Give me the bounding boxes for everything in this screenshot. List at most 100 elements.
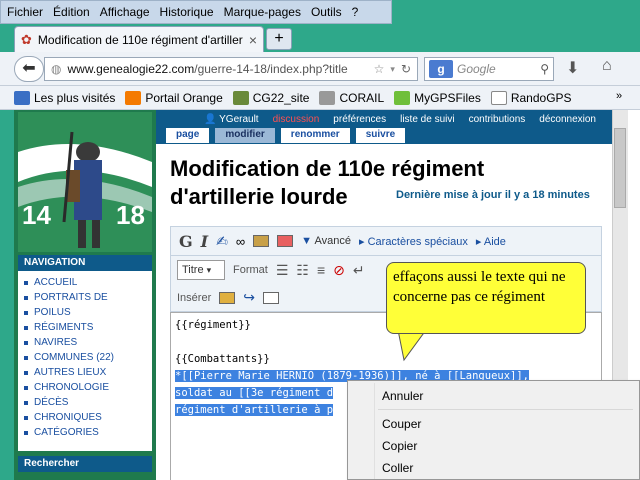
bookmark-randogps[interactable]: RandoGPS	[490, 90, 572, 105]
tab-modifier[interactable]: modifier	[215, 128, 275, 143]
nav-item-accueil[interactable]: ACCUEIL	[24, 275, 148, 290]
gallery-icon[interactable]	[219, 291, 236, 304]
signature-icon[interactable]: ✍	[216, 233, 228, 250]
selected-text: soldat au [[3e régiment d	[175, 387, 334, 399]
bookmarks-overflow-icon[interactable]: »	[616, 90, 622, 102]
logo-number-right: 18	[116, 200, 145, 230]
bookmark-label: CG22_site	[252, 90, 310, 105]
nav-item-regiments[interactable]: RÉGIMENTS	[24, 320, 148, 335]
bookmark-label: Les plus visités	[34, 90, 116, 105]
home-icon[interactable]: ⌂	[602, 57, 612, 75]
logout-link[interactable]: déconnexion	[539, 114, 596, 125]
user-name-label: YGerault	[219, 113, 259, 125]
bullet-list-icon[interactable]: ☰	[276, 262, 289, 279]
soldier-logo-icon	[18, 131, 152, 248]
tab-close-icon[interactable]: ×	[249, 32, 257, 48]
context-menu-cut[interactable]: Couper	[382, 417, 421, 431]
advanced-menu[interactable]: ▼ Avancé	[301, 235, 351, 247]
menu-bar: Fichier Édition Affichage Historique Mar…	[0, 0, 392, 24]
table-icon[interactable]	[262, 291, 279, 304]
bookmark-star-icon[interactable]: ☆	[374, 62, 385, 76]
search-box[interactable]: g Google ⚲	[424, 57, 554, 81]
format-label: Format	[233, 264, 268, 276]
nav-item-categories[interactable]: CATÉGORIES	[24, 425, 148, 440]
context-menu-separator	[378, 409, 633, 410]
site-logo[interactable]: 14 18	[18, 112, 152, 252]
navigation-heading: NAVIGATION	[18, 255, 152, 271]
dropdown-icon[interactable]: ▾	[390, 64, 395, 75]
menu-historique[interactable]: Historique	[160, 5, 214, 19]
menu-aide[interactable]: ?	[352, 5, 359, 19]
menu-marque-pages[interactable]: Marque-pages	[224, 5, 301, 19]
url-bar[interactable]: ◍ www.genealogie22.com/guerre-14-18/inde…	[44, 57, 418, 81]
menu-affichage[interactable]: Affichage	[100, 5, 150, 19]
italic-icon[interactable]: I	[201, 232, 208, 251]
watchlist-link[interactable]: liste de suivi	[400, 114, 454, 125]
special-chars-menu[interactable]: ▸ Caractères spéciaux	[359, 235, 468, 248]
url-host: www.genealogie22.com	[67, 62, 195, 76]
page-title: Modification de 110e régiment d'artiller…	[170, 156, 485, 209]
bookmark-mygpsfiles[interactable]: MyGPSFiles	[394, 90, 481, 105]
bookmarks-bar: Les plus visités Portail Orange CG22_sit…	[0, 86, 640, 110]
download-icon[interactable]: ⬇	[566, 58, 579, 78]
context-menu: Annuler Couper Copier Coller	[347, 380, 640, 480]
newline-icon[interactable]: ↵	[353, 262, 365, 279]
menu-fichier[interactable]: Fichier	[7, 5, 43, 19]
back-button[interactable]: ⬅	[14, 56, 44, 82]
nowiki-icon[interactable]: ⊘	[333, 262, 345, 279]
heading-select[interactable]: Titre ▾	[177, 260, 225, 280]
text-line: {{Combattants}}	[175, 353, 270, 365]
scrollbar-thumb[interactable]	[614, 128, 626, 208]
context-menu-copy[interactable]: Copier	[382, 439, 417, 453]
search-heading: Rechercher	[18, 456, 152, 472]
bookmark-cg22[interactable]: CG22_site	[232, 90, 310, 105]
bookmark-corail[interactable]: CORAIL	[319, 90, 385, 105]
context-menu-paste[interactable]: Coller	[382, 461, 413, 475]
contributions-link[interactable]: contributions	[469, 114, 526, 125]
nav-item-chronologie[interactable]: CHRONOLOGIE	[24, 380, 148, 395]
chevron-down-icon: ▾	[206, 265, 212, 275]
reload-icon[interactable]: ↻	[401, 62, 411, 76]
reference-icon[interactable]	[277, 235, 294, 247]
nav-item-communes[interactable]: COMMUNES (22)	[24, 350, 148, 365]
nav-item-deces[interactable]: DÉCÈS	[24, 395, 148, 410]
tab-renommer[interactable]: renommer	[280, 128, 350, 143]
discussion-link[interactable]: discussion	[273, 114, 320, 125]
nav-item-poilus[interactable]: POILUS	[24, 305, 148, 320]
google-icon[interactable]: g	[429, 60, 453, 78]
navigation-box: ACCUEIL PORTRAITS DE POILUS RÉGIMENTS NA…	[18, 271, 152, 451]
new-tab-button[interactable]: +	[266, 28, 292, 50]
nav-item-autres-lieux[interactable]: AUTRES LIEUX	[24, 365, 148, 380]
nav-item-portraits[interactable]: PORTRAITS DE	[24, 290, 148, 305]
nav-item-chroniques[interactable]: CHRONIQUES	[24, 410, 148, 425]
browser-tab[interactable]: ✿ Modification de 110e régiment d'artill…	[14, 26, 264, 52]
bookmark-label: CORAIL	[339, 90, 385, 105]
insert-label: Insérer	[177, 291, 212, 304]
callout-tail-icon	[397, 330, 427, 362]
context-menu-gutter	[374, 383, 375, 479]
user-bar: 👤 YGerault discussion préférences liste …	[156, 110, 612, 128]
link-icon[interactable]: ∞	[236, 234, 245, 249]
preferences-link[interactable]: préférences	[333, 114, 386, 125]
globe-icon: ◍	[51, 62, 62, 76]
image-icon[interactable]	[253, 235, 270, 247]
menu-outils[interactable]: Outils	[311, 5, 342, 19]
context-menu-undo[interactable]: Annuler	[382, 389, 423, 403]
heading-select-value: Titre	[182, 264, 204, 276]
bookmark-label: MyGPSFiles	[414, 90, 481, 105]
bookmark-most-visited[interactable]: Les plus visités	[14, 90, 116, 105]
bookmark-folder-icon	[14, 90, 30, 105]
tab-suivre[interactable]: suivre	[355, 128, 406, 143]
help-menu[interactable]: ▸ Aide	[476, 235, 506, 248]
redirect-icon[interactable]: ↪	[243, 289, 255, 306]
numbered-list-icon[interactable]: ☷	[296, 262, 309, 279]
nav-item-navires[interactable]: NAVIRES	[24, 335, 148, 350]
tab-page[interactable]: page	[166, 128, 210, 143]
search-icon[interactable]: ⚲	[540, 62, 549, 76]
menu-edition[interactable]: Édition	[53, 5, 90, 19]
indent-icon[interactable]: ≡	[317, 262, 325, 278]
bookmark-portail-orange[interactable]: Portail Orange	[125, 90, 223, 105]
user-name[interactable]: 👤 YGerault	[204, 114, 259, 125]
cg22-icon	[232, 90, 249, 105]
bold-icon[interactable]: G	[179, 232, 193, 251]
